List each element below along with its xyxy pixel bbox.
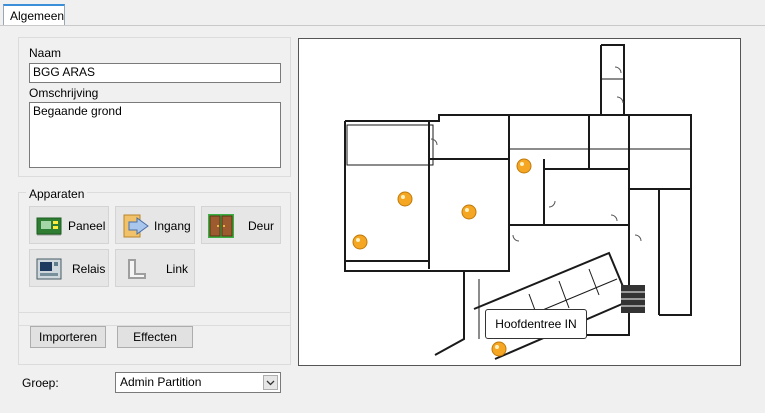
importeren-button[interactable]: Importeren xyxy=(30,326,106,348)
location-marker[interactable] xyxy=(397,191,413,207)
ingang-label: Ingang xyxy=(154,219,191,233)
link-tool[interactable]: Link xyxy=(115,249,195,287)
map-tooltip: Hoofdentree IN xyxy=(485,309,587,339)
location-marker[interactable] xyxy=(352,234,368,250)
floor-plan-canvas[interactable]: Hoofdentree IN xyxy=(298,38,741,366)
groep-select[interactable]: Admin Partition xyxy=(115,372,281,393)
apparaten-label: Apparaten xyxy=(26,187,88,201)
tab-algemeen[interactable]: Algemeen xyxy=(3,4,65,26)
location-marker[interactable] xyxy=(516,158,532,174)
naam-label: Naam xyxy=(29,46,62,60)
location-marker[interactable] xyxy=(461,204,477,220)
link-label: Link xyxy=(166,262,189,276)
paneel-tool[interactable]: Paneel xyxy=(29,206,109,244)
naam-input[interactable]: BGG ARAS xyxy=(29,63,281,83)
groep-select-value: Admin Partition xyxy=(120,375,202,389)
deur-label: Deur xyxy=(248,219,275,233)
deur-tool[interactable]: Deur xyxy=(201,206,281,244)
door-icon xyxy=(207,213,235,239)
entrance-icon xyxy=(121,213,149,239)
relais-label: Relais xyxy=(72,262,106,276)
tab-content: Naam BGG ARAS Omschrijving Begaande gron… xyxy=(0,26,765,413)
groep-label: Groep: xyxy=(22,376,59,390)
tab-bar: Algemeen xyxy=(0,0,765,27)
location-marker[interactable] xyxy=(491,341,507,357)
ingang-tool[interactable]: Ingang xyxy=(115,206,195,244)
relais-tool[interactable]: Relais xyxy=(29,249,109,287)
link-icon xyxy=(121,256,149,282)
paneel-label: Paneel xyxy=(68,219,106,233)
map-tooltip-text: Hoofdentree IN xyxy=(495,317,577,331)
omschrijving-label: Omschrijving xyxy=(29,86,99,100)
effecten-button[interactable]: Effecten xyxy=(117,326,193,348)
panel-icon xyxy=(35,213,63,239)
relay-icon xyxy=(35,256,63,282)
chevron-down-icon[interactable] xyxy=(263,375,278,390)
omschrijving-textarea[interactable]: Begaande grond xyxy=(29,102,281,168)
